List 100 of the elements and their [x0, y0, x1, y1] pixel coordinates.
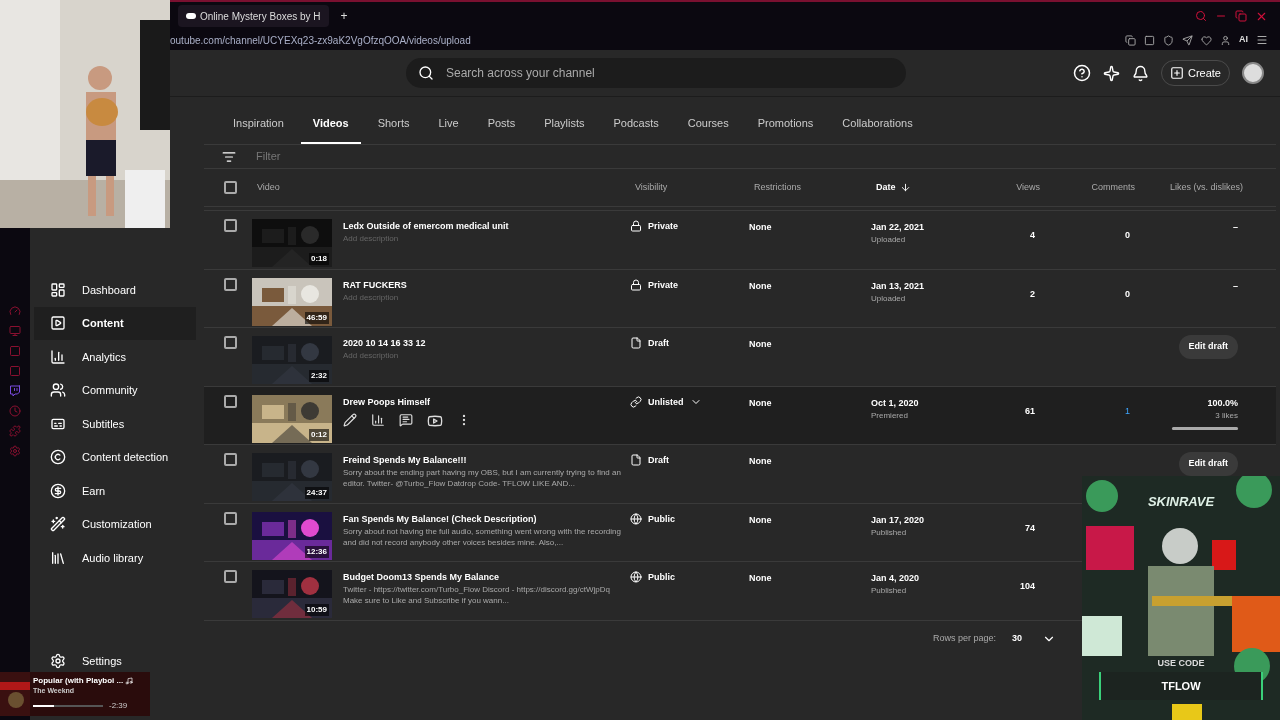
- restrictions-label: None: [749, 513, 773, 527]
- edit-icon[interactable]: [343, 412, 357, 427]
- tab[interactable]: Podcasts: [601, 104, 671, 144]
- edit-draft-button[interactable]: Edit draft: [1178, 452, 1238, 476]
- heart-icon[interactable]: [1201, 34, 1212, 46]
- checkbox[interactable]: [224, 277, 237, 291]
- comments-count[interactable]: 1: [1125, 405, 1130, 416]
- comments-count: 0: [1125, 288, 1130, 299]
- likes-value: –: [1233, 279, 1238, 292]
- likes-count: 3 likes: [1215, 409, 1238, 422]
- menu-icon[interactable]: [1256, 34, 1268, 46]
- hovered-row[interactable]: 0:12 Drew Poops Himself Unlisted None Oct 1, 2020 Premiered 61 1 100.0% 3 likes: [204, 386, 1276, 445]
- music-icon: [125, 676, 134, 685]
- date-label: Oct 1, 2020: [871, 396, 920, 409]
- send-icon[interactable]: [1182, 34, 1193, 46]
- user-icon[interactable]: [1220, 34, 1231, 46]
- date-status: Premiered: [871, 409, 909, 422]
- new-tab-button[interactable]: +: [336, 7, 352, 25]
- comments-count: 0: [1125, 230, 1130, 240]
- sparkle-icon[interactable]: [1102, 64, 1120, 82]
- tab[interactable]: Live: [426, 104, 471, 144]
- column-header: Views: [1015, 180, 1040, 194]
- rows-per-page-select[interactable]: 30: [1012, 631, 1056, 646]
- duration-label: 0:12: [309, 428, 329, 441]
- sidebar-item[interactable]: Earn: [34, 474, 196, 508]
- sidebar-item[interactable]: Settings: [34, 646, 196, 676]
- sidebar-item[interactable]: Content detection: [34, 440, 196, 474]
- visibility-label: Private: [648, 278, 679, 292]
- sidebar-item[interactable]: Audio library: [34, 541, 196, 575]
- tab[interactable]: Collaborations: [830, 104, 925, 144]
- duration-label: 24:37: [304, 487, 329, 499]
- square-icon[interactable]: [1144, 34, 1155, 46]
- filter-icon[interactable]: [222, 149, 236, 164]
- views-count: 61: [1025, 405, 1035, 416]
- search-field[interactable]: Search across your channel: [406, 58, 906, 88]
- checkbox[interactable]: [224, 511, 237, 525]
- sidebar-item[interactable]: Community: [34, 373, 196, 407]
- video-title[interactable]: RAT FUCKERS: [343, 277, 630, 292]
- visibility-label: Draft: [648, 454, 669, 467]
- browser-tab[interactable]: Online Mystery Boxes by H: [178, 5, 329, 27]
- checkbox[interactable]: [224, 453, 237, 466]
- avatar[interactable]: [1242, 62, 1264, 84]
- search-icon[interactable]: [1195, 10, 1207, 22]
- address-field[interactable]: outube.com/channel/UCYEXq23-zx9aK2VgOfzqOOA/videos/upload: [170, 32, 1117, 48]
- video-title[interactable]: 2020 10 14 16 33 12: [343, 336, 630, 350]
- restrictions-label: None: [749, 455, 773, 468]
- copy-icon[interactable]: [1125, 34, 1136, 46]
- visibility-label[interactable]: Unlisted: [648, 395, 684, 409]
- sort-arrow-icon: [899, 182, 911, 193]
- rows-per-page-label: Rows per page:: [932, 631, 996, 645]
- globe-icon: [630, 571, 642, 583]
- analytics-icon[interactable]: [371, 412, 385, 427]
- brand-logo: SKINRAVE: [1147, 493, 1215, 511]
- twitch-icon[interactable]: [9, 385, 21, 397]
- checkbox[interactable]: [224, 181, 237, 194]
- sidebar-item[interactable]: Analytics: [34, 340, 196, 374]
- date-status: Published: [871, 526, 908, 539]
- video-title[interactable]: Fan Spends My Balance! (Check Description): [343, 511, 630, 526]
- video-title[interactable]: Budget Doom13 Spends My Balance: [343, 570, 630, 584]
- checkbox[interactable]: [224, 570, 237, 583]
- column-header: Likes (vs. dislikes): [1169, 180, 1243, 194]
- tab[interactable]: Promotions: [745, 104, 826, 144]
- library-icon: [50, 549, 66, 566]
- shield-icon[interactable]: [1163, 34, 1174, 46]
- tab[interactable]: Videos: [300, 104, 361, 144]
- video-title[interactable]: Freind Spends My Balance!!!: [343, 453, 630, 467]
- restrictions-label: None: [749, 221, 773, 234]
- notifications-icon[interactable]: [1131, 64, 1149, 82]
- sidebar-item[interactable]: Dashboard: [34, 273, 196, 307]
- duration-label: 2:32: [309, 370, 329, 382]
- tab[interactable]: Posts: [475, 104, 528, 144]
- video-description: Twitter - https://twitter.com/Turbo_Flow Discord - https://discord.gg/ctWjpDq Make sure to Like and Subscribe if you wann...: [343, 584, 611, 606]
- tab[interactable]: Playlists: [532, 104, 597, 144]
- restrictions-label: None: [749, 338, 773, 351]
- date-status: Uploaded: [871, 292, 907, 305]
- help-icon[interactable]: [1072, 64, 1091, 82]
- date-label: Jan 22, 2021: [871, 221, 926, 233]
- visibility-label: Public: [648, 512, 675, 526]
- video-title[interactable]: Ledx Outside of emercom medical unit: [343, 219, 630, 233]
- video-title[interactable]: Drew Poops Himself: [343, 394, 630, 409]
- duration-label: 46:59: [304, 311, 329, 324]
- likes-value: 100.0%: [1207, 396, 1238, 409]
- checkbox[interactable]: [224, 394, 237, 408]
- date-status: Published: [871, 585, 908, 597]
- tab[interactable]: Courses: [675, 104, 741, 144]
- restrictions-label: None: [749, 396, 773, 410]
- ai-button[interactable]: AI: [1239, 33, 1248, 47]
- duration-label: 0:18: [309, 253, 329, 265]
- comments-icon[interactable]: [399, 412, 413, 427]
- sidebar-item[interactable]: Subtitles: [34, 407, 196, 441]
- checkbox[interactable]: [224, 219, 237, 232]
- video-description: Sorry about the ending part having my OBS, but I am currently trying to find an editor. Twitter- @Turbo_Flow Datdrop Code- TFLOW LIKE AND...: [343, 467, 622, 489]
- sidebar-item[interactable]: Customization: [34, 507, 196, 541]
- edit-draft-button[interactable]: Edit draft: [1178, 335, 1238, 359]
- tab[interactable]: Inspiration: [221, 104, 296, 144]
- chart-icon: [50, 348, 66, 365]
- column-header[interactable]: Date: [876, 180, 976, 195]
- checkbox[interactable]: [224, 336, 237, 349]
- sidebar-item[interactable]: Content: [34, 306, 196, 340]
- tab[interactable]: Shorts: [365, 104, 422, 144]
